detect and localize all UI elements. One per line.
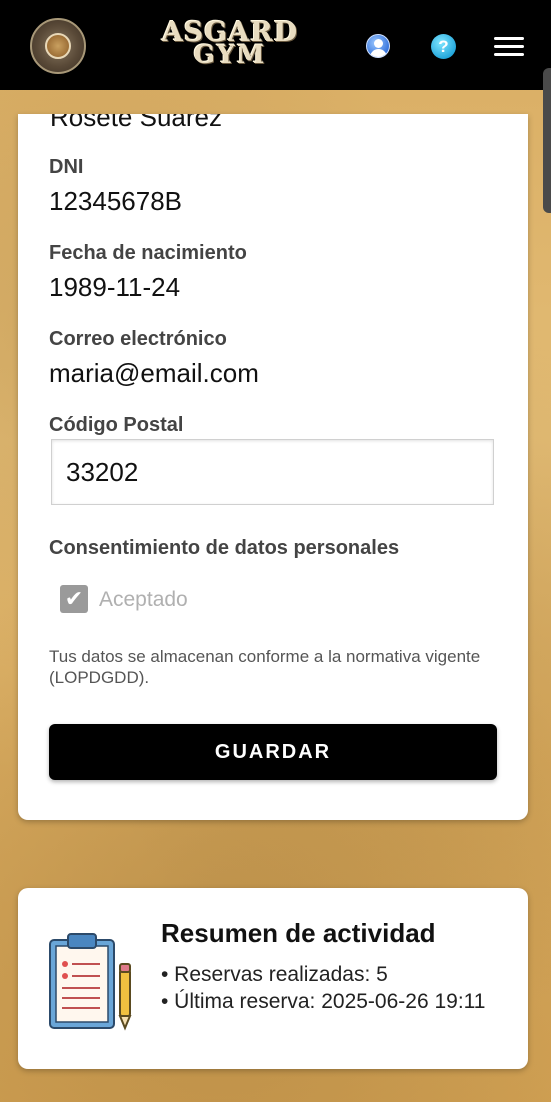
- logo-emblem-icon[interactable]: [30, 18, 86, 74]
- email-value: maria@email.com: [49, 358, 259, 388]
- consent-label: Consentimiento de datos personales: [49, 537, 400, 559]
- birthdate-value: 1989-11-24: [49, 272, 181, 302]
- name-value: Rosete Suárez: [50, 114, 222, 132]
- postal-code-label: Código Postal: [49, 414, 184, 436]
- legal-note: Tus datos se almacenan conforme a la nor…: [49, 647, 481, 687]
- email-label: Correo electrónico: [49, 328, 227, 350]
- consent-checkbox-label: Aceptado: [99, 588, 188, 611]
- dni-value: 12345678B: [49, 186, 183, 216]
- summary-reservations: • Reservas realizadas: 5: [161, 963, 388, 986]
- help-icon[interactable]: ?: [431, 34, 456, 59]
- birthdate-label: Fecha de nacimiento: [49, 242, 247, 264]
- brand-logo[interactable]: ASGARD GYM: [135, 19, 325, 72]
- top-navigation-bar: ASGARD GYM ?: [0, 0, 551, 90]
- activity-summary-card: Resumen de actividad • Reservas realizad…: [18, 888, 528, 1069]
- clipboard-icon: [49, 933, 132, 1031]
- user-icon[interactable]: [366, 34, 390, 58]
- dni-label: DNI: [49, 156, 84, 178]
- consent-checkbox[interactable]: ✔: [60, 585, 88, 613]
- profile-form-card: Rosete Suárez DNI 12345678B Fecha de nac…: [18, 114, 528, 820]
- hamburger-menu-icon[interactable]: [494, 37, 524, 57]
- postal-code-input[interactable]: [51, 439, 494, 505]
- summary-last-reservation: • Última reserva: 2025-06-26 19:11: [161, 990, 486, 1013]
- scrollbar-thumb[interactable]: [543, 68, 551, 213]
- summary-title: Resumen de actividad: [161, 918, 436, 948]
- save-button[interactable]: GUARDAR: [49, 724, 497, 780]
